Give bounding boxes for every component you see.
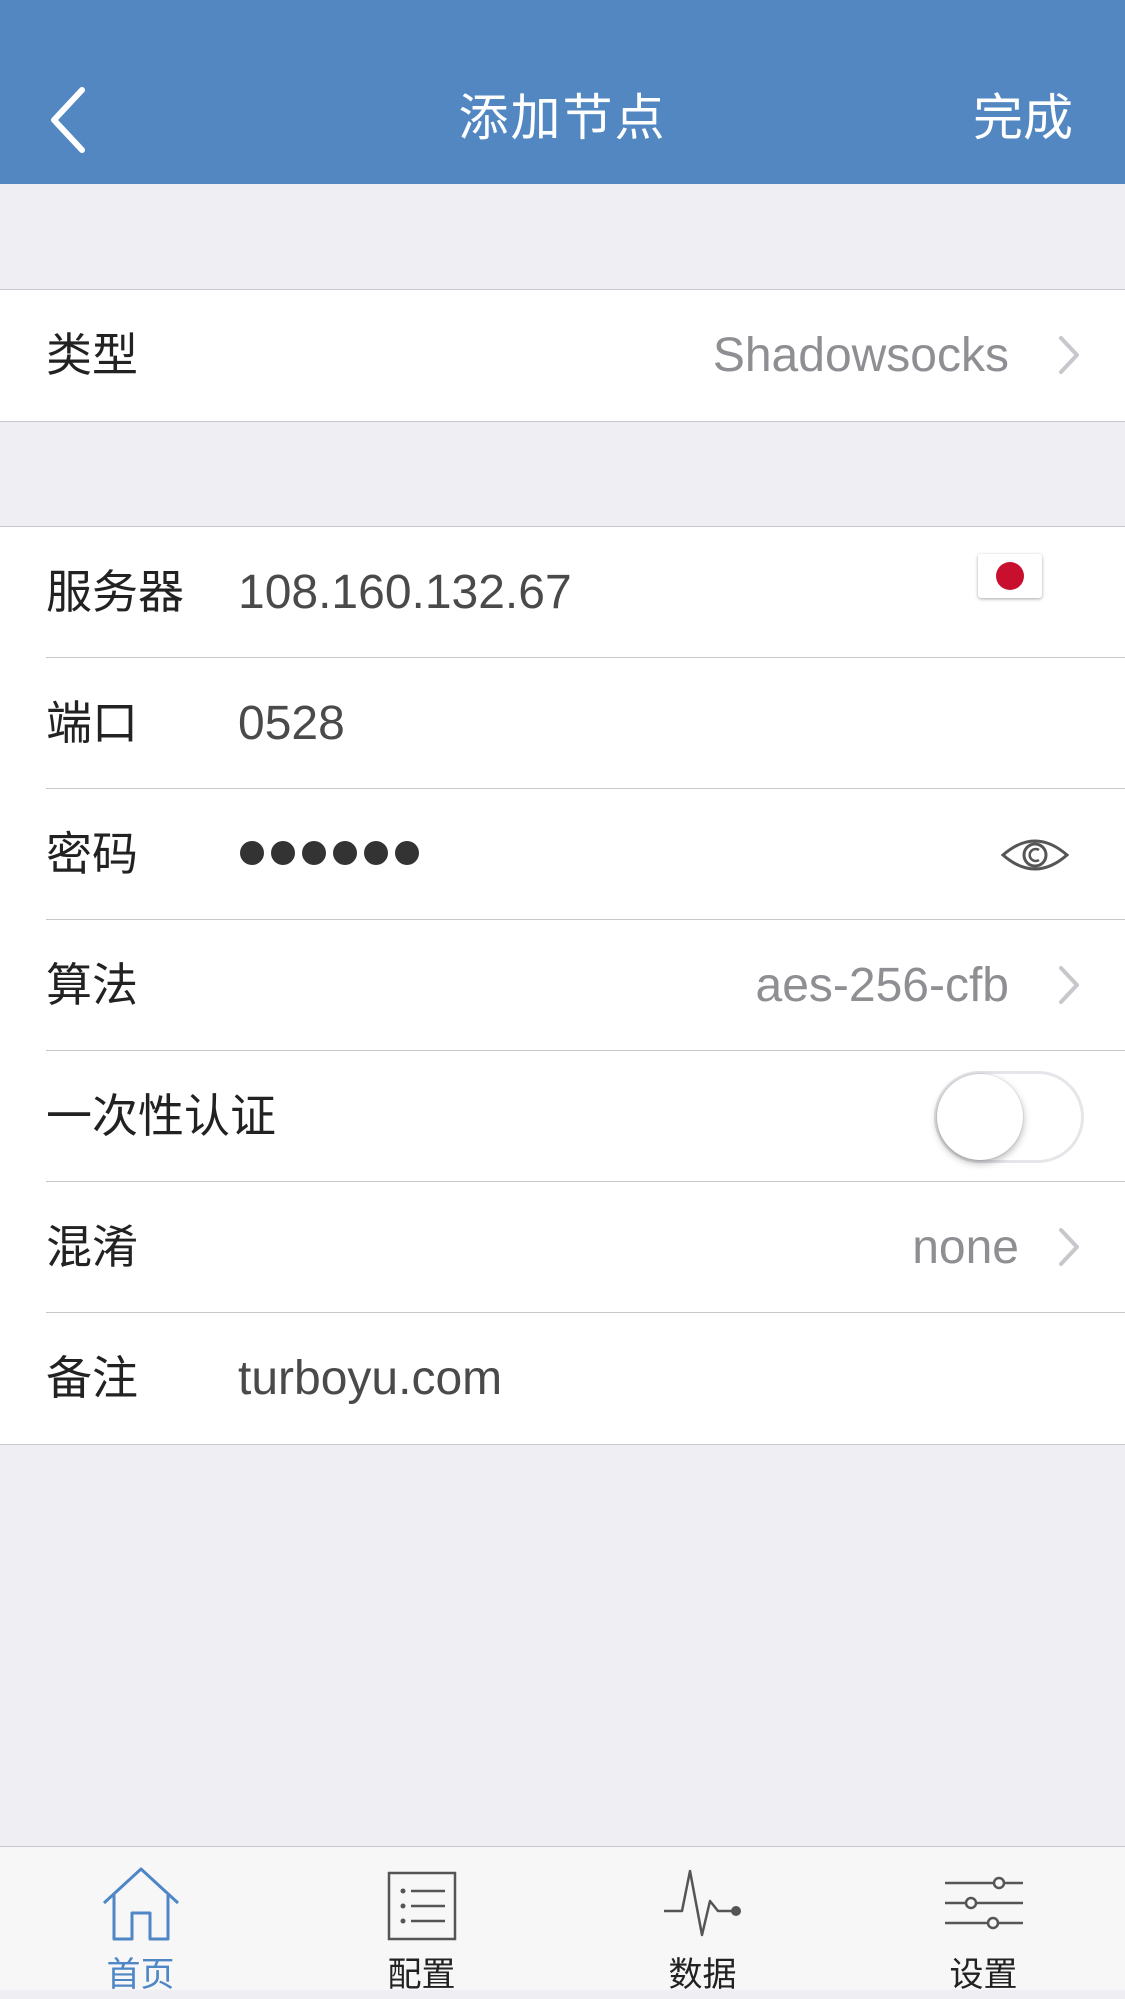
tab-label: 设置 (949, 1955, 1018, 1995)
ota-label: 一次性认证 (46, 1089, 276, 1143)
japan-flag-icon[interactable] (978, 554, 1042, 598)
obfs-label: 混淆 (46, 1220, 138, 1274)
cipher-value: aes-256-cfb (755, 959, 1009, 1012)
password-dot (333, 841, 357, 865)
tab-data[interactable]: 数据 (562, 1847, 843, 1995)
password-dot (395, 841, 419, 865)
password-row: 密码 (0, 789, 1125, 920)
type-group: 类型 Shadowsocks (0, 289, 1125, 422)
chevron-right-icon (1059, 1228, 1079, 1266)
toggle-knob (937, 1074, 1023, 1160)
obfs-value: none (912, 1221, 1019, 1274)
type-label: 类型 (46, 328, 138, 382)
ota-row: 一次性认证 (0, 1051, 1125, 1182)
tab-settings[interactable]: 设置 (843, 1847, 1124, 1995)
tab-home[interactable]: 首页 (0, 1847, 281, 1995)
list-icon (387, 1871, 457, 1941)
sliders-icon (945, 1876, 1023, 1930)
password-dot (302, 841, 326, 865)
navigation-bar: 添加节点 完成 (0, 0, 1125, 184)
home-icon (102, 1867, 180, 1941)
port-row: 端口 0528 (0, 658, 1125, 789)
type-value: Shadowsocks (712, 329, 1009, 382)
cipher-label: 算法 (46, 958, 138, 1012)
tab-config[interactable]: 配置 (281, 1847, 562, 1995)
chevron-right-icon (1059, 336, 1079, 374)
server-row: 服务器 108.160.132.67 (0, 527, 1125, 658)
password-dot (271, 841, 295, 865)
tab-label: 数据 (668, 1955, 737, 1995)
page-title: 添加节点 (458, 89, 667, 147)
ota-toggle[interactable] (934, 1071, 1084, 1163)
server-form-group: 服务器 108.160.132.67 端口 0528 密码 算法 aes-256… (0, 526, 1125, 1445)
cipher-row[interactable]: 算法 aes-256-cfb (0, 920, 1125, 1051)
flag-sun (996, 562, 1024, 590)
eye-icon[interactable] (1000, 833, 1070, 877)
password-input[interactable] (240, 841, 419, 865)
tab-label: 首页 (106, 1955, 175, 1995)
remark-row: 备注 turboyu.com (0, 1313, 1125, 1444)
password-dot (364, 841, 388, 865)
remark-label: 备注 (46, 1351, 138, 1405)
server-label: 服务器 (46, 565, 184, 619)
remark-input[interactable]: turboyu.com (238, 1313, 502, 1444)
password-dot (240, 841, 264, 865)
port-label: 端口 (46, 696, 138, 750)
tab-bar: 首页 配置 数据 设置 (0, 1846, 1125, 1995)
activity-icon (664, 1869, 741, 1937)
obfs-row[interactable]: 混淆 none (0, 1182, 1125, 1313)
tab-label: 配置 (387, 1955, 456, 1995)
done-button[interactable]: 完成 (973, 84, 1073, 152)
type-row[interactable]: 类型 Shadowsocks (0, 290, 1125, 421)
password-label: 密码 (46, 827, 138, 881)
chevron-right-icon (1059, 966, 1079, 1004)
server-input[interactable]: 108.160.132.67 (238, 527, 572, 658)
port-input[interactable]: 0528 (238, 658, 345, 789)
